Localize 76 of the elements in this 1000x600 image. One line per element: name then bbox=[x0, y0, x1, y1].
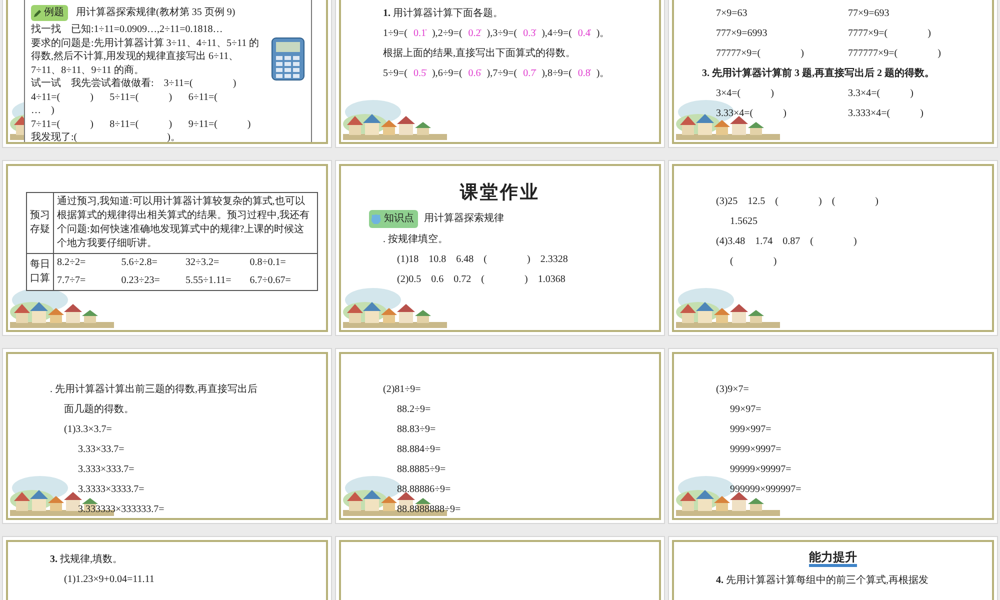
text-line: 999999×999997= bbox=[730, 483, 802, 497]
equation-text: 777×9=6993 bbox=[716, 27, 768, 41]
table-cell-text: 5.6÷2.8= bbox=[121, 256, 158, 270]
equation-text: 8÷11=( ) bbox=[110, 118, 172, 131]
text-line: 1. 用计算器计算下面各题。 bbox=[383, 6, 503, 21]
text-line: . 按规律填空。 bbox=[383, 232, 448, 247]
table-cell-text: 8.2÷2= bbox=[57, 256, 87, 270]
text-line: 88.2÷9= bbox=[397, 403, 431, 417]
equation-text: 3.33×4=( ) bbox=[716, 107, 786, 121]
text-line: (2)81÷9= bbox=[383, 383, 421, 397]
equation-text: 6÷11=( bbox=[188, 90, 218, 104]
sticker-icon bbox=[370, 213, 382, 225]
section-heading: 能力提升 bbox=[809, 550, 857, 567]
text-line: 3. 找规律,填数。 bbox=[50, 552, 122, 567]
equation-text: 7÷11=( ) bbox=[31, 118, 94, 131]
pencil-icon bbox=[33, 8, 42, 18]
calculator-icon bbox=[271, 37, 305, 81]
text-line: 88.88886÷9= bbox=[397, 483, 451, 497]
text-line: . 先用计算器计算出前三题的得数,再直接写出后 bbox=[50, 382, 258, 397]
text-line: 要求的问题是:先用计算器计算 3÷11、4÷11、5÷11 的得数,然后不计算,用发现的规律直接写出 6÷11、7÷11、8÷11、9÷11 的商。 bbox=[31, 36, 260, 77]
table-cell-text: 32÷3.2= bbox=[186, 256, 220, 270]
equation-line: 1÷9=( 0.1̇ ),2÷9=( 0.2̇ ),3÷9=( 0.3̇ ),4÷9=( 0.4̇ )。 bbox=[383, 27, 610, 41]
example-title: 用计算器探索规律(教材第 35 页例 9) bbox=[76, 6, 236, 20]
text-line: (1)3.3×3.7= bbox=[64, 423, 112, 437]
task-heading: 3. 先用计算器计算前 3 题,再直接写出后 2 题的得数。 bbox=[702, 66, 934, 81]
text-line: 88.884÷9= bbox=[397, 443, 441, 457]
equation-text: 5÷11=( ) bbox=[110, 90, 172, 104]
text-line: (2)0.5 0.6 0.72 ( ) 1.0368 bbox=[397, 273, 566, 287]
text-line: (1)18 10.8 6.48 ( ) 2.3328 bbox=[397, 253, 568, 267]
equation-text: 3.3×4=( ) bbox=[848, 87, 914, 101]
slide-title: 课堂作业 bbox=[460, 181, 540, 204]
text-line: 试一试 我先尝试着做做看: 3÷11=( ) bbox=[31, 77, 238, 90]
table-cell-text: 0.8÷0.1= bbox=[250, 256, 287, 270]
tag-label: 例题 bbox=[44, 6, 64, 20]
text-line: (4)3.48 1.74 0.87 ( ) bbox=[716, 235, 857, 249]
text-line: 3.333333×333333.7= bbox=[78, 503, 164, 517]
equation-text: 77×9=693 bbox=[848, 7, 890, 21]
equation-text: 77777×9=( ) bbox=[716, 47, 804, 61]
text-line: 1.5625 bbox=[730, 215, 758, 229]
text-line: 4. 先用计算器计算每组中的前三个算式,再根据发 bbox=[716, 574, 928, 588]
text-line: 99999×99997= bbox=[730, 463, 792, 477]
text-line: 88.8888888÷9= bbox=[397, 503, 461, 517]
equation-text: 7777×9=( ) bbox=[848, 27, 931, 41]
text-line: ( ) bbox=[730, 255, 777, 269]
table-cell-text: 0.23÷23= bbox=[121, 274, 161, 288]
text-line: (3)9×7= bbox=[716, 383, 749, 397]
text-line: 3.333×333.7= bbox=[78, 463, 134, 477]
text-line: 88.8885÷9= bbox=[397, 463, 446, 477]
topic-title: 用计算器探索规律 bbox=[424, 212, 504, 226]
text-line: (1)1.23×9+0.04=11.11 bbox=[64, 573, 154, 587]
text-line: 88.83÷9= bbox=[397, 423, 436, 437]
text-line: 面几题的得数。 bbox=[64, 403, 134, 417]
equation-text: 9÷11=( ) bbox=[188, 118, 251, 131]
text-line: … ) bbox=[31, 104, 56, 118]
text-line: 3.3333×3333.7= bbox=[78, 483, 144, 497]
equation-text: 7×9=63 bbox=[716, 7, 748, 21]
equation-text: 3×4=( ) bbox=[716, 87, 774, 101]
row-header: 预习存疑 bbox=[26, 192, 54, 254]
equation-text: 4÷11=( ) bbox=[31, 90, 94, 104]
row-header: 每日口算 bbox=[26, 254, 54, 290]
text-line: 9999×9997= bbox=[730, 443, 782, 457]
text-line: 我发现了:( )。 bbox=[31, 131, 182, 142]
table-cell-text: 5.55÷1.11= bbox=[186, 274, 232, 288]
table-cell-text: 7.7÷7= bbox=[57, 274, 87, 288]
text-line: 根据上面的结果,直接写出下面算式的得数。 bbox=[383, 46, 576, 61]
equation-line: 5÷9=( 0.5̇ ),6÷9=( 0.6̇ ),7÷9=( 0.7̇ ),8÷9=( 0.8̇ )。 bbox=[383, 67, 610, 81]
text-line: 999×997= bbox=[730, 423, 772, 437]
table-cell-text: 6.7÷0.67= bbox=[250, 274, 292, 288]
equation-text: 777777×9=( ) bbox=[848, 47, 941, 61]
text-line: 找一找 已知:1÷11=0.0909…,2÷11=0.1818… bbox=[31, 23, 224, 36]
equation-text: 3.333×4=( ) bbox=[848, 107, 924, 121]
text-line: (3)25 12.5 ( ) ( ) bbox=[716, 195, 878, 209]
badge-label: 知识点 bbox=[384, 212, 414, 226]
table-cell: 通过预习,我知道:可以用计算器计算较复杂的算式,也可以根据算式的规律得出相关算式的结果。预习过程中,我还有个问题:如何快速准确地发现算式中的规律?上课的时候这个地方我要仔细听讲。 bbox=[54, 192, 318, 254]
text-line: 99×97= bbox=[730, 403, 762, 417]
text-line: 3.33×33.7= bbox=[78, 443, 124, 457]
